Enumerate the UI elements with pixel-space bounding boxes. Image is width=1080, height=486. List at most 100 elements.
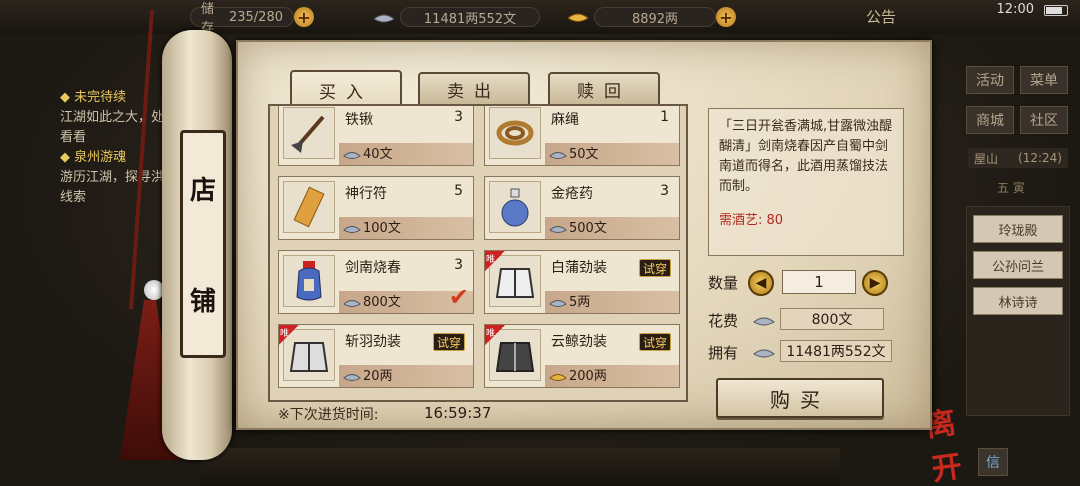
decrease-quantity-button[interactable]: ◀ bbox=[748, 270, 774, 296]
try-on-button[interactable]: 试穿 bbox=[638, 259, 671, 277]
location-indicator: 屋山 (12:24) bbox=[968, 148, 1068, 168]
money-value: 11481两552文 bbox=[400, 7, 540, 27]
silver-icon bbox=[343, 226, 361, 233]
shovel-icon bbox=[283, 107, 335, 159]
top-status-bar: 储存 235/280 + 11481两552文 8892两 + 公告 12:00 bbox=[0, 0, 1080, 36]
shop-title: 店 铺 bbox=[180, 130, 226, 358]
gold-ingot-icon bbox=[549, 374, 567, 381]
owned-value: 11481两552文 bbox=[780, 340, 892, 362]
item-name: 神行符 bbox=[345, 186, 387, 202]
silver-icon bbox=[753, 317, 775, 326]
shop-title-char: 铺 bbox=[189, 287, 216, 317]
capacity-resource: 储存 235/280 + bbox=[190, 2, 314, 36]
silver-icon bbox=[549, 152, 567, 159]
item-qty: 1 bbox=[660, 109, 669, 125]
item-card[interactable]: 铁锹 3 40文 bbox=[278, 106, 474, 166]
owned-label: 拥有 bbox=[708, 344, 739, 362]
requirement-text: 需酒艺: 80 bbox=[719, 213, 784, 228]
selected-check-icon: ✔ bbox=[448, 283, 469, 311]
message-button[interactable]: 信 bbox=[978, 448, 1008, 476]
item-card[interactable]: 唯 斩羽劲装 试穿 20两 bbox=[278, 324, 474, 388]
description-text: 「三日开瓮香满城,甘露微浊醍醐清」剑南烧春因产自蜀中剑南道而得名，此酒用蒸馏技法… bbox=[719, 119, 893, 194]
tab-redeem[interactable]: 赎回 bbox=[548, 72, 660, 106]
shop-button[interactable]: 商城 bbox=[966, 106, 1014, 134]
shop-panel: 买入 卖出 赎回 铁锹 3 40文 麻绳 1 50文 神行符 5 100文 金疮… bbox=[236, 40, 932, 430]
medicine-bottle-icon bbox=[489, 181, 541, 233]
try-on-button[interactable]: 试穿 bbox=[432, 333, 465, 351]
quantity-label: 数量 bbox=[708, 274, 739, 292]
item-name: 斩羽劲装 bbox=[345, 334, 401, 350]
item-card[interactable]: 唯 云鲸劲装 试穿 200两 bbox=[484, 324, 680, 388]
item-name: 云鲸劲装 bbox=[551, 334, 607, 350]
npc-item[interactable]: 林诗诗 bbox=[973, 287, 1063, 315]
community-button[interactable]: 社区 bbox=[1020, 106, 1068, 134]
item-name: 麻绳 bbox=[551, 112, 579, 128]
activity-button[interactable]: 活动 bbox=[966, 66, 1014, 94]
tab-sell[interactable]: 卖出 bbox=[418, 72, 530, 106]
time-label: 五 寅 bbox=[997, 181, 1025, 195]
item-name: 白蒲劲装 bbox=[551, 260, 607, 276]
item-description: 「三日开瓮香满城,甘露微浊醍醐清」剑南烧春因产自蜀中剑南道而得名，此酒用蒸馏技法… bbox=[708, 108, 904, 256]
rope-icon bbox=[489, 107, 541, 159]
item-price: 50文 bbox=[569, 147, 599, 162]
silver-icon bbox=[753, 349, 775, 358]
buy-button[interactable]: 购买 bbox=[716, 378, 884, 418]
item-price: 500文 bbox=[569, 221, 607, 236]
item-card[interactable]: 金疮药 3 500文 bbox=[484, 176, 680, 240]
money-resource: 11481两552文 bbox=[372, 6, 540, 28]
bottom-action-bar bbox=[200, 448, 840, 486]
unique-tag: 唯 bbox=[279, 325, 299, 345]
npc-item[interactable]: 公孙问兰 bbox=[973, 251, 1063, 279]
capacity-value: 235/280 bbox=[228, 9, 283, 25]
item-card[interactable]: 麻绳 1 50文 bbox=[484, 106, 680, 166]
item-card[interactable]: 剑南烧春 3 800文 ✔ bbox=[278, 250, 474, 314]
add-capacity-button[interactable]: + bbox=[294, 7, 314, 27]
item-price: 800文 bbox=[363, 295, 401, 310]
item-card[interactable]: 唯 白蒲劲装 试穿 5两 bbox=[484, 250, 680, 314]
cost-label: 花费 bbox=[708, 312, 739, 330]
add-gold-button[interactable]: + bbox=[716, 7, 736, 27]
item-name: 剑南烧春 bbox=[345, 260, 401, 276]
item-qty: 3 bbox=[454, 109, 463, 125]
restock-label: ※下次进货时间: bbox=[278, 407, 379, 423]
item-card[interactable]: 神行符 5 100文 bbox=[278, 176, 474, 240]
capacity-display: 储存 235/280 bbox=[190, 2, 294, 36]
item-name: 铁锹 bbox=[345, 112, 373, 128]
cost-value: 800文 bbox=[780, 308, 884, 330]
silver-icon bbox=[373, 14, 395, 23]
item-price: 20两 bbox=[363, 369, 393, 384]
item-price: 40文 bbox=[363, 147, 393, 162]
shop-title-char: 店 bbox=[189, 176, 216, 206]
item-qty: 3 bbox=[660, 183, 669, 199]
location-time: (12:24) bbox=[1018, 151, 1062, 165]
gold-value: 8892两 bbox=[594, 7, 716, 27]
gold-ingot-icon bbox=[567, 13, 589, 22]
increase-quantity-button[interactable]: ▶ bbox=[862, 270, 888, 296]
silver-icon bbox=[343, 300, 361, 307]
silver-icon bbox=[549, 300, 567, 307]
item-price: 100文 bbox=[363, 221, 401, 236]
tab-buy[interactable]: 买入 bbox=[290, 70, 402, 108]
item-price: 5两 bbox=[569, 295, 591, 310]
try-on-button[interactable]: 试穿 bbox=[638, 333, 671, 351]
wine-jar-icon bbox=[283, 255, 335, 307]
silver-icon bbox=[549, 226, 567, 233]
quantity-input[interactable]: 1 bbox=[782, 270, 856, 294]
item-grid[interactable]: 铁锹 3 40文 麻绳 1 50文 神行符 5 100文 金疮药 3 500文 … bbox=[268, 104, 688, 402]
tassel-bead bbox=[144, 280, 164, 300]
talisman-icon bbox=[283, 181, 335, 233]
location-name: 屋山 bbox=[974, 151, 999, 166]
item-qty: 5 bbox=[454, 183, 463, 199]
item-name: 金疮药 bbox=[551, 186, 593, 202]
announcement-button[interactable]: 公告 bbox=[866, 6, 896, 27]
item-price: 200两 bbox=[569, 369, 607, 384]
npc-item[interactable]: 玲珑殿 bbox=[973, 215, 1063, 243]
gold-resource: 8892两 + bbox=[566, 6, 736, 28]
silver-icon bbox=[343, 374, 361, 381]
npc-list: 五 寅 玲珑殿 公孙问兰 林诗诗 bbox=[966, 181, 1070, 416]
restock-timer: 16:59:37 bbox=[424, 404, 492, 422]
item-qty: 3 bbox=[454, 257, 463, 273]
battery-icon bbox=[1044, 5, 1068, 16]
unique-tag: 唯 bbox=[485, 251, 505, 271]
menu-button[interactable]: 菜单 bbox=[1020, 66, 1068, 94]
